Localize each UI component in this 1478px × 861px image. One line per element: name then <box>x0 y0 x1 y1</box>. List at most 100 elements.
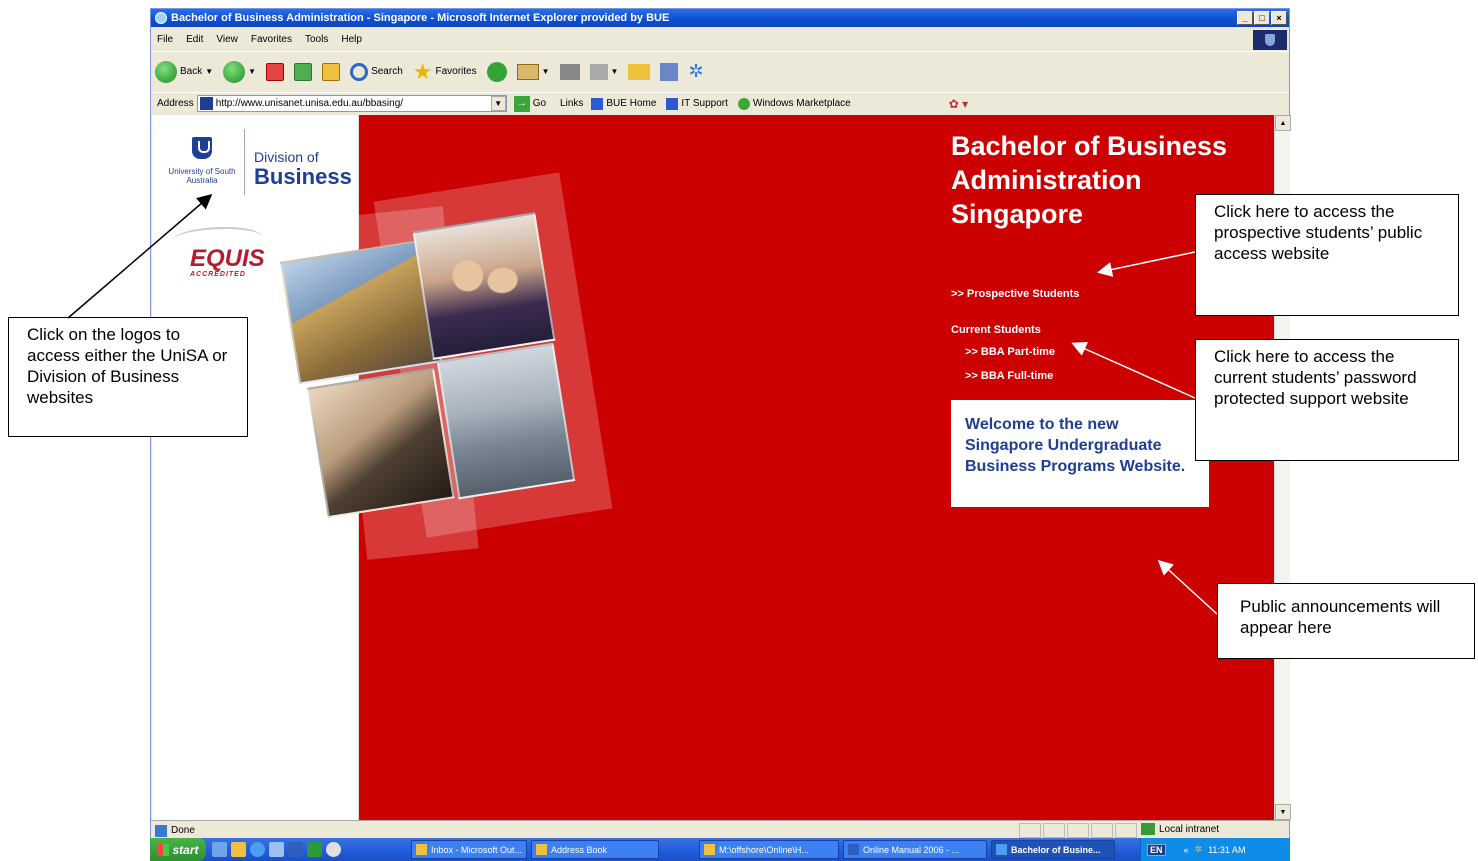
forward-button[interactable]: ▼ <box>223 60 256 83</box>
messenger-icon: ✲ <box>688 61 704 81</box>
minimize-button[interactable]: _ <box>1237 11 1253 25</box>
toolbar-extension-icon[interactable]: ✿ ▾ <box>949 97 968 111</box>
address-label: Address <box>157 98 194 109</box>
language-indicator[interactable]: EN <box>1147 843 1166 856</box>
equis-word: EQUIS <box>190 245 265 272</box>
home-button[interactable] <box>322 62 341 81</box>
taskbar: start Inbox - Microsoft Out... Address B… <box>150 838 1290 861</box>
research-button[interactable] <box>660 62 679 81</box>
ie-icon <box>155 12 167 24</box>
link-windows-marketplace[interactable]: Windows Marketplace <box>737 97 851 110</box>
equis-accredited: ACCREDITED <box>190 271 246 278</box>
link-bue-home[interactable]: BUE Home <box>591 97 657 110</box>
status-cell <box>1091 823 1113 838</box>
menu-view[interactable]: View <box>216 34 238 45</box>
status-cell <box>1115 823 1137 838</box>
start-button[interactable]: start <box>150 838 206 861</box>
division-of-text: Division of <box>254 149 319 165</box>
star-icon: ★ <box>412 58 433 84</box>
main-content: Bachelor of Business Administration Sing… <box>280 115 1274 820</box>
task-explorer-folder[interactable]: M:\offshore\Online\H... <box>699 840 839 859</box>
page-viewport: University of South Australia Division o… <box>152 115 1274 820</box>
menu-bar: File Edit View Favorites Tools Help <box>151 28 1289 50</box>
intranet-icon <box>1141 823 1155 835</box>
page-done-icon <box>155 824 167 837</box>
address-book-icon <box>536 844 547 855</box>
stop-button[interactable] <box>266 62 285 81</box>
edit-button[interactable]: ▼ <box>589 63 619 80</box>
status-cells <box>1019 823 1137 838</box>
link-it-support[interactable]: IT Support <box>666 97 728 110</box>
media-button[interactable] <box>486 61 507 82</box>
quicklaunch-word-icon[interactable] <box>288 842 303 857</box>
link-label: BUE Home <box>606 98 657 109</box>
status-cell <box>1067 823 1089 838</box>
scroll-up-button[interactable]: ▲ <box>1275 115 1291 131</box>
menu-file[interactable]: File <box>157 34 173 45</box>
task-label: Address Book <box>551 844 608 855</box>
chevron-down-icon: ▼ <box>541 67 550 76</box>
close-button[interactable]: × <box>1271 11 1287 25</box>
folder-button[interactable] <box>628 63 651 80</box>
go-button[interactable]: → Go <box>513 95 547 112</box>
unisa-logo[interactable]: University of South Australia <box>166 137 236 197</box>
quicklaunch-window-icon[interactable] <box>269 842 284 857</box>
title-bar[interactable]: Bachelor of Business Administration - Si… <box>151 9 1289 27</box>
bba-full-time-link[interactable]: >> BBA Full-time <box>965 370 1053 382</box>
mail-icon <box>516 63 539 80</box>
tray-expand-button[interactable]: « <box>1184 845 1189 855</box>
logo-divider <box>244 129 245 195</box>
folder-icon <box>704 844 715 855</box>
page-icon <box>591 97 604 110</box>
task-online-manual[interactable]: Online Manual 2006 - ... <box>843 840 987 859</box>
network-icon[interactable]: ✲ <box>1195 844 1203 855</box>
quicklaunch-ie-icon[interactable] <box>250 842 265 857</box>
quicklaunch-desktop-icon[interactable] <box>212 842 227 857</box>
maximize-button[interactable]: □ <box>1254 11 1270 25</box>
task-bachelor-of-business[interactable]: Bachelor of Busine... <box>991 840 1115 859</box>
favorites-button[interactable]: ★ Favorites <box>412 58 477 84</box>
address-input[interactable]: http://www.unisanet.unisa.edu.au/bbasing… <box>196 95 507 112</box>
quicklaunch-excel-icon[interactable] <box>307 842 322 857</box>
task-label: Inbox - Microsoft Out... <box>431 844 523 855</box>
menu-favorites[interactable]: Favorites <box>251 34 292 45</box>
standard-toolbar: Back ▼ ▼ Search ★ Favorites ▼ ▼ ✲ <box>151 51 1289 91</box>
marketplace-icon <box>737 97 750 110</box>
quicklaunch-media-icon[interactable] <box>326 842 341 857</box>
division-of-business-logo[interactable]: Division of Business <box>254 149 352 189</box>
prospective-students-link[interactable]: >> Prospective Students <box>951 288 1079 300</box>
system-tray: EN « ✲ 11:31 AM <box>1140 838 1290 861</box>
address-bar: Address http://www.unisanet.unisa.edu.au… <box>151 92 1289 114</box>
page-icon <box>666 97 679 110</box>
search-button[interactable]: Search <box>350 62 403 81</box>
zone-label: Local intranet <box>1159 823 1220 835</box>
favorites-label: Favorites <box>435 66 477 77</box>
menu-help[interactable]: Help <box>341 34 362 45</box>
status-cell <box>1043 823 1065 838</box>
mail-button[interactable]: ▼ <box>516 63 550 80</box>
menu-tools[interactable]: Tools <box>305 34 328 45</box>
business-meeting-photo <box>307 367 455 519</box>
security-zone: Local intranet <box>1141 823 1219 835</box>
go-label: Go <box>532 98 547 109</box>
equis-logo: EQUIS ACCREDITED <box>190 245 265 279</box>
chevron-down-icon: ▼ <box>610 67 619 76</box>
quicklaunch-outlook-icon[interactable] <box>231 842 246 857</box>
scroll-down-button[interactable]: ▼ <box>1275 804 1291 820</box>
task-address-book[interactable]: Address Book <box>531 840 659 859</box>
ie-icon <box>996 844 1007 855</box>
address-dropdown-button[interactable]: ▼ <box>490 96 506 111</box>
link-label: IT Support <box>681 98 728 109</box>
refresh-button[interactable] <box>294 62 313 81</box>
back-button[interactable]: Back ▼ <box>155 60 213 83</box>
unisa-name: University of South Australia <box>168 167 236 185</box>
bba-part-time-link[interactable]: >> BBA Part-time <box>965 346 1055 358</box>
status-text: Done <box>171 825 195 836</box>
task-inbox[interactable]: Inbox - Microsoft Out... <box>411 840 527 859</box>
callout-logos: Click on the logos to access either the … <box>8 317 248 437</box>
messenger-button[interactable]: ✲ <box>688 61 703 82</box>
search-icon <box>350 62 369 81</box>
menu-edit[interactable]: Edit <box>186 34 203 45</box>
back-label: Back <box>180 66 203 77</box>
print-button[interactable] <box>559 63 580 80</box>
